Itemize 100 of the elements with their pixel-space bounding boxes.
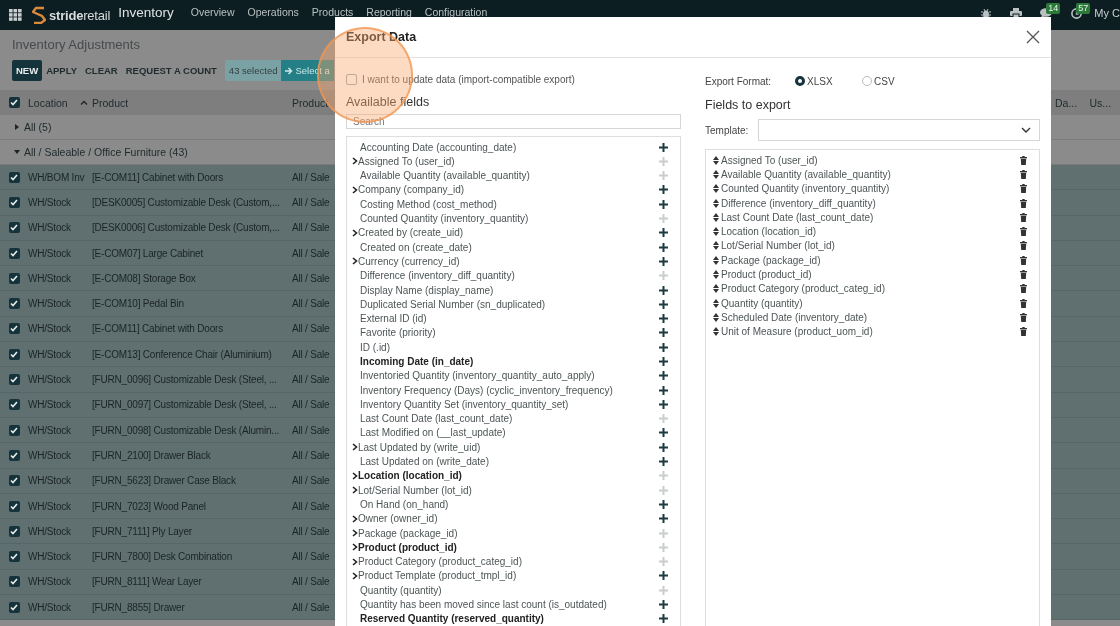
field-item[interactable]: Created on (create_date) [360, 241, 659, 253]
add-icon[interactable] [659, 328, 668, 338]
group-row[interactable]: All (5) [0, 115, 335, 140]
close-icon[interactable] [1026, 30, 1040, 44]
row-checkbox[interactable] [8, 323, 20, 335]
add-icon[interactable] [659, 457, 668, 467]
add-icon[interactable] [659, 571, 668, 581]
sort-handle-icon[interactable] [713, 227, 719, 237]
row-checkbox[interactable] [8, 348, 20, 360]
field-item[interactable]: Inventory Frequency (Days) (cyclic_inventory_frequency) [360, 384, 659, 396]
add-icon[interactable] [659, 242, 668, 252]
format-radio[interactable] [795, 76, 805, 86]
add-icon[interactable] [659, 314, 668, 324]
import-compatible-checkbox[interactable] [346, 74, 357, 85]
row-checkbox[interactable] [8, 449, 20, 461]
row-checkbox[interactable] [8, 500, 20, 512]
trash-icon[interactable] [1020, 241, 1027, 251]
chevron-icon[interactable] [352, 228, 358, 237]
add-icon[interactable] [659, 342, 668, 352]
group-row-label[interactable]: All / Saleable / Office Furniture (43) [24, 146, 188, 158]
row-checkbox[interactable] [8, 475, 20, 487]
field-item[interactable]: Company (company_id) [358, 184, 659, 196]
field-item[interactable]: Display Name (display_name) [360, 284, 659, 296]
add-icon[interactable] [659, 499, 668, 509]
caret-icon[interactable] [14, 149, 20, 155]
select-all-checkbox[interactable] [8, 97, 20, 108]
add-icon[interactable] [659, 514, 668, 524]
field-item[interactable]: Reserved Quantity (reserved_quantity) [360, 613, 659, 625]
row-checkbox[interactable] [8, 424, 20, 436]
field-item[interactable]: Product Template (product_tmpl_id) [358, 570, 659, 582]
field-item[interactable]: On Hand (on_hand) [360, 498, 659, 510]
column-header[interactable]: Product [292, 96, 329, 109]
field-item[interactable]: Quantity has been moved since last count (is_outdated) [360, 599, 659, 611]
row-checkbox[interactable] [8, 272, 20, 284]
add-icon[interactable] [659, 371, 668, 381]
add-icon[interactable] [659, 428, 668, 438]
field-item[interactable]: ID (.id) [360, 341, 659, 353]
chevron-icon[interactable] [352, 443, 358, 452]
trash-icon[interactable] [1020, 227, 1027, 237]
chevron-icon[interactable] [352, 185, 358, 194]
action-button[interactable]: NEW [12, 60, 43, 81]
sort-handle-icon[interactable] [713, 298, 719, 308]
sort-handle-icon[interactable] [713, 198, 719, 208]
trash-icon[interactable] [1020, 155, 1027, 165]
trash-icon[interactable] [1020, 270, 1027, 279]
app-title[interactable]: Inventory [118, 5, 174, 20]
row-checkbox[interactable] [8, 222, 20, 234]
trash-icon[interactable] [1020, 169, 1027, 179]
add-icon[interactable] [659, 228, 668, 238]
field-item[interactable]: Duplicated Serial Number (sn_duplicated) [360, 298, 659, 310]
sort-handle-icon[interactable] [713, 241, 719, 251]
row-checkbox[interactable] [8, 196, 20, 208]
bug-icon[interactable] [981, 7, 992, 19]
trash-icon[interactable] [1020, 255, 1027, 265]
chevron-icon[interactable] [352, 257, 358, 266]
trash-icon[interactable] [1020, 284, 1027, 294]
sort-handle-icon[interactable] [713, 327, 719, 337]
sort-handle-icon[interactable] [713, 284, 719, 294]
column-header[interactable]: Product [92, 96, 129, 109]
action-button[interactable]: APPLY [42, 60, 81, 81]
format-radio[interactable] [862, 76, 872, 86]
sort-handle-icon[interactable] [713, 312, 719, 322]
row-checkbox[interactable] [8, 374, 20, 385]
menu-item[interactable]: Products [311, 6, 354, 18]
field-item[interactable]: Last Updated by (write_uid) [358, 441, 659, 453]
field-item[interactable]: Costing Method (cost_method) [360, 198, 659, 210]
row-checkbox[interactable] [8, 525, 20, 537]
radio-label[interactable]: XLSX [807, 75, 833, 87]
sort-handle-icon[interactable] [713, 169, 719, 179]
trash-icon[interactable] [1020, 327, 1027, 337]
field-item[interactable]: Incoming Date (in_date) [360, 356, 659, 367]
user-menu[interactable]: My C [1094, 7, 1120, 19]
field-item[interactable]: Last Modified on (__last_update) [360, 427, 659, 439]
search-field[interactable]: Search [346, 114, 681, 129]
add-icon[interactable] [659, 357, 668, 366]
caret-icon[interactable] [14, 124, 20, 130]
sort-handle-icon[interactable] [713, 212, 719, 222]
apps-menu-icon[interactable] [9, 9, 22, 21]
row-checkbox[interactable] [8, 601, 20, 613]
trash-icon[interactable] [1020, 298, 1027, 308]
field-item[interactable]: External ID (id) [360, 313, 659, 325]
add-icon[interactable] [659, 399, 668, 409]
add-icon[interactable] [659, 600, 668, 610]
row-checkbox[interactable] [8, 298, 20, 310]
add-icon[interactable] [659, 385, 668, 395]
menu-item[interactable]: Reporting [366, 6, 412, 18]
sort-handle-icon[interactable] [713, 184, 719, 194]
field-item[interactable]: Favorite (priority) [360, 327, 659, 339]
chevron-icon[interactable] [352, 571, 358, 580]
row-checkbox[interactable] [8, 171, 20, 183]
row-checkbox[interactable] [8, 247, 20, 259]
column-header[interactable]: Location [28, 96, 68, 109]
trash-icon[interactable] [1020, 312, 1027, 322]
group-row-label[interactable]: All (5) [24, 121, 52, 133]
add-icon[interactable] [659, 442, 668, 452]
add-icon[interactable] [659, 256, 668, 266]
field-item[interactable]: Last Updated on (write_date) [360, 456, 659, 468]
trash-icon[interactable] [1020, 184, 1027, 194]
trash-icon[interactable] [1020, 212, 1027, 222]
add-icon[interactable] [659, 185, 668, 195]
